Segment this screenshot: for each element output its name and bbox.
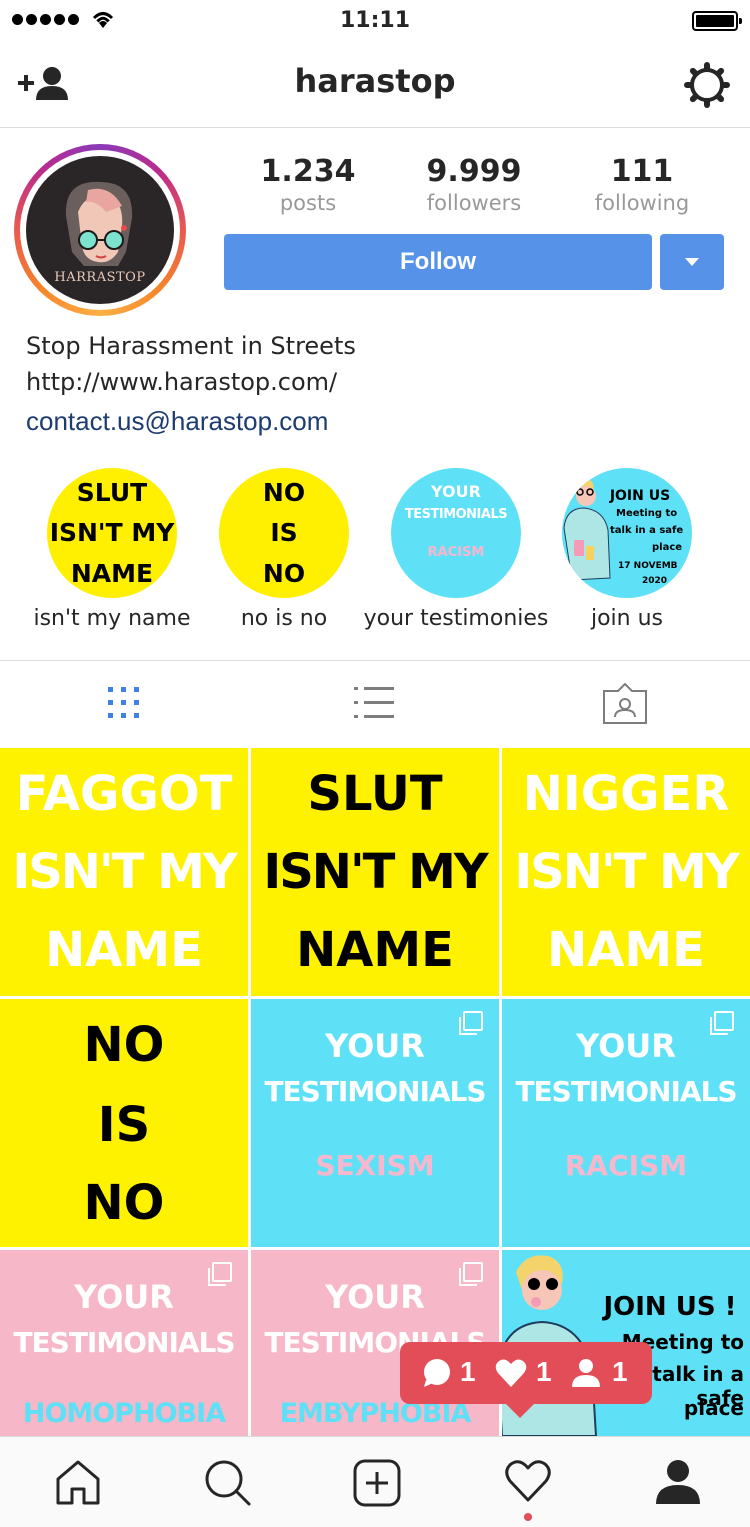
post-text: ISN'T MY (12, 844, 237, 900)
highlight-no-is-no[interactable]: NO IS NO no is no (219, 468, 349, 631)
post-text: IS (97, 1097, 151, 1153)
post-text: YOUR (576, 1027, 676, 1065)
avatar-caption: HARRASTOP (54, 270, 146, 285)
highlight-cover-text: NO (262, 559, 306, 588)
stat-value: 9.999 (426, 154, 522, 189)
post-tile[interactable]: YOUR TESTIMONIALS HOMOPHOBIA (0, 1250, 248, 1436)
post-text: TESTIMONIALS (264, 1075, 486, 1108)
comment-count: 1 (460, 1356, 476, 1387)
post-text: YOUR (74, 1278, 174, 1316)
highlight-cover-text: SLUT (76, 478, 148, 507)
follower-icon (572, 1359, 600, 1387)
highlight-cover-text: 17 NOVEMB (618, 561, 678, 571)
following-count[interactable]: 111 following (567, 154, 717, 215)
profile-view-tabs (0, 660, 750, 748)
like-count: 1 (536, 1356, 552, 1387)
post-tile[interactable]: NIGGER ISN'T MY NAME (502, 748, 750, 996)
bottom-tab-bar (0, 1436, 750, 1527)
tagged-photos-icon[interactable] (602, 683, 648, 725)
highlight-cover: YOUR TESTIMONIALS RACISM (391, 468, 521, 598)
highlight-cover: SLUT ISN'T MY NAME (47, 468, 177, 598)
post-text: ISN'T MY (514, 844, 739, 900)
highlight-isnt-my-name[interactable]: SLUT ISN'T MY NAME isn't my name (33, 468, 191, 631)
stat-value: 111 (610, 154, 674, 189)
new-post-icon[interactable] (353, 1459, 401, 1507)
post-text: HOMOPHOBIA (22, 1398, 226, 1429)
home-icon[interactable] (54, 1459, 102, 1505)
post-text: ISN'T MY (263, 844, 488, 900)
suggestions-dropdown-button[interactable] (660, 234, 724, 290)
post-text: TESTIMONIALS (515, 1075, 737, 1108)
post-tile[interactable]: YOUR TESTIMONIALS SEXISM (251, 999, 499, 1247)
post-text: RACISM (564, 1149, 688, 1182)
stat-label: followers (426, 191, 522, 215)
post-text: FAGGOT (15, 766, 233, 822)
post-tile[interactable]: FAGGOT ISN'T MY NAME (0, 748, 248, 996)
profile-header: harastop (0, 42, 750, 128)
post-text: TESTIMONIALS (13, 1326, 235, 1359)
highlight-cover-text: place (652, 542, 683, 553)
stat-value: 1.234 (260, 154, 356, 189)
highlight-cover-text: NO (262, 478, 306, 507)
activity-indicator-dot (524, 1513, 532, 1521)
highlight-your-testimonies[interactable]: YOUR TESTIMONIALS RACISM your testimonie… (364, 468, 548, 631)
highlight-cover-text: IS (270, 518, 298, 547)
highlight-cover-text: ISN'T MY (49, 518, 175, 547)
heart-activity-icon[interactable] (504, 1459, 552, 1503)
comment-icon (424, 1359, 450, 1387)
highlight-cover-text: 2020 (642, 576, 668, 586)
highlight-cover-text: Meeting to (616, 508, 678, 519)
post-text: NAME (547, 922, 705, 978)
activity-notification-bubble[interactable]: 1 1 1 (400, 1342, 652, 1418)
clock: 11:11 (339, 8, 411, 33)
list-view-icon[interactable] (354, 685, 396, 721)
post-tile[interactable]: YOUR TESTIMONIALS RACISM (502, 999, 750, 1247)
grid-view-icon[interactable] (106, 685, 142, 721)
avatar: HARRASTOP (26, 156, 174, 304)
post-tile[interactable]: NO IS NO (0, 999, 248, 1247)
heart-icon (495, 1359, 527, 1387)
bio-description: Stop Harassment in Streets (26, 332, 356, 360)
follow-button[interactable]: Follow (224, 234, 652, 290)
stat-label: posts (279, 191, 337, 215)
post-text: NAME (45, 922, 203, 978)
follower-count: 1 (612, 1356, 628, 1387)
post-text: YOUR (325, 1027, 425, 1065)
post-text: SEXISM (315, 1149, 435, 1182)
post-text: SLUT (307, 766, 443, 822)
posts-count[interactable]: 1.234 posts (233, 154, 383, 215)
post-tile[interactable]: SLUT ISN'T MY NAME (251, 748, 499, 996)
status-bar: 11:11 (0, 0, 750, 42)
highlight-cover-text: YOUR (431, 482, 481, 501)
post-text: YOUR (325, 1278, 425, 1316)
highlight-cover-text: TESTIMONIALS (404, 507, 508, 522)
highlight-cover-text: talk in a safe (610, 525, 684, 536)
post-text: NO (83, 1175, 165, 1231)
post-text: NAME (296, 922, 454, 978)
profile-icon[interactable] (654, 1459, 702, 1505)
highlight-cover-text: NAME (70, 559, 154, 588)
profile-avatar-ring[interactable]: HARRASTOP (14, 144, 186, 316)
settings-gear-icon[interactable] (684, 62, 730, 108)
post-text: NIGGER (522, 766, 730, 822)
highlight-cover-text: RACISM (427, 545, 485, 560)
post-text: NO (83, 1017, 165, 1073)
battery-icon (692, 11, 742, 31)
post-text: JOIN US ! (603, 1292, 737, 1322)
search-icon[interactable] (204, 1459, 252, 1507)
stat-label: following (594, 191, 690, 215)
bio-website[interactable]: http://www.harastop.com/ (26, 368, 337, 396)
highlight-label: join us (590, 606, 664, 631)
highlight-join-us[interactable]: JOIN US Meeting to talk in a safe place … (562, 468, 692, 631)
highlight-cover: JOIN US Meeting to talk in a safe place … (562, 468, 692, 598)
followers-count[interactable]: 9.999 followers (399, 154, 549, 215)
highlight-cover: NO IS NO (219, 468, 349, 598)
bio-email-link[interactable]: contact.us@harastop.com (26, 406, 328, 437)
highlight-cover-text: JOIN US (609, 488, 671, 504)
profile-username: harastop (294, 62, 456, 100)
